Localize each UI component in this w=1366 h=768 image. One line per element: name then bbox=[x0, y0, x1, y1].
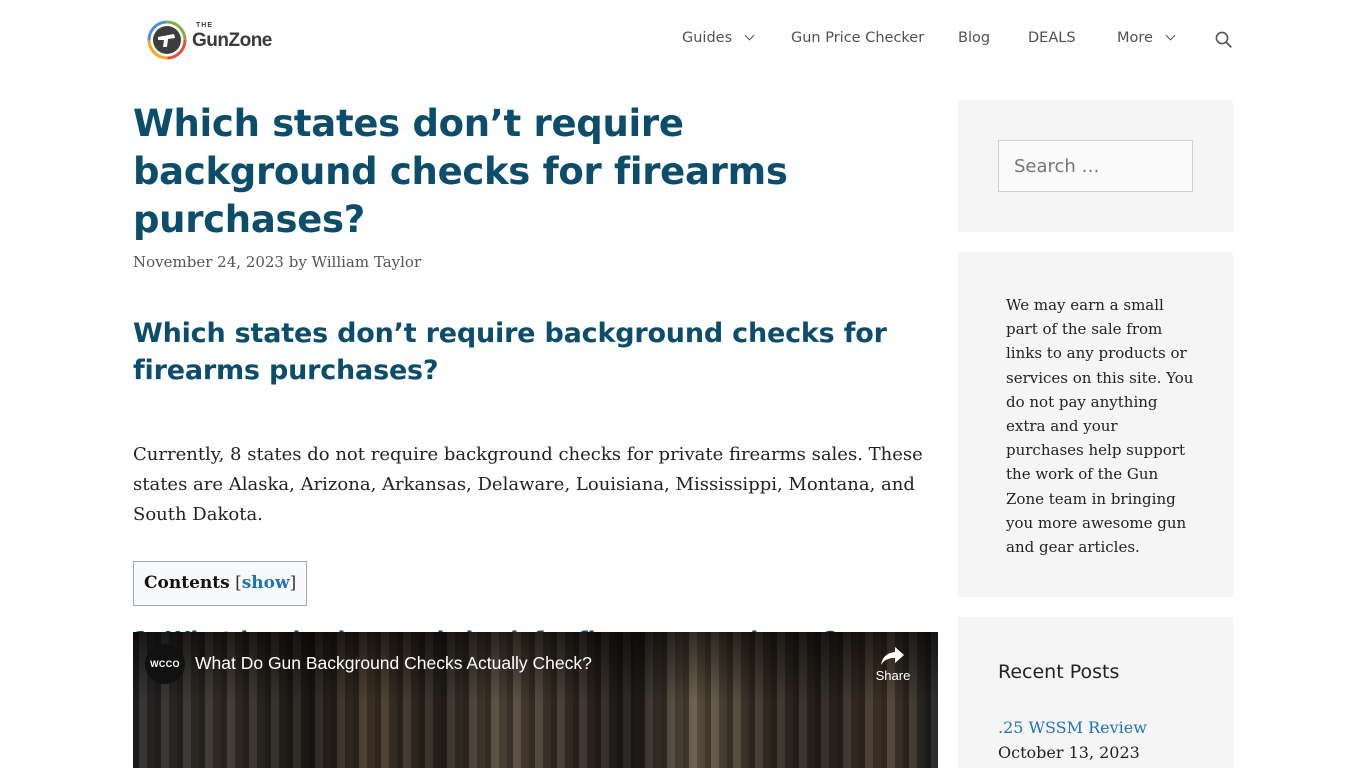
site-header: THE GunZone Guides Gun Price Checker Blo… bbox=[0, 0, 1366, 80]
nav-item-label: More bbox=[1117, 30, 1153, 46]
video-embed[interactable]: WCCO What Do Gun Background Checks Actua… bbox=[133, 632, 938, 768]
intro-paragraph: Currently, 8 states do not require backg… bbox=[133, 444, 923, 525]
search-input[interactable] bbox=[998, 140, 1193, 192]
search-icon[interactable] bbox=[1215, 31, 1232, 48]
author-link[interactable]: William Taylor bbox=[312, 253, 422, 271]
logo-the: THE bbox=[196, 22, 213, 29]
video-title[interactable]: What Do Gun Background Checks Actually C… bbox=[195, 653, 592, 674]
affiliate-disclaimer: We may earn a small part of the sale fro… bbox=[1006, 296, 1194, 557]
chevron-down-icon bbox=[744, 30, 755, 41]
toc-toggle-link[interactable]: show bbox=[242, 573, 290, 593]
site-logo[interactable]: THE GunZone bbox=[147, 19, 282, 61]
recent-posts-title: Recent Posts bbox=[998, 661, 1120, 683]
table-of-contents: Contents [show] bbox=[133, 561, 308, 606]
toc-title: Contents bbox=[144, 573, 230, 593]
nav-item-label: Gun Price Checker bbox=[791, 30, 925, 46]
toc-open-bracket: [ bbox=[235, 573, 242, 593]
post-date: November 24, 2023 bbox=[133, 253, 284, 271]
nav-item-deals[interactable]: DEALS bbox=[1028, 30, 1076, 46]
share-button[interactable]: Share bbox=[871, 646, 915, 683]
nav-item-gun-price-checker[interactable]: Gun Price Checker bbox=[791, 30, 924, 46]
article: Which states don’t require background ch… bbox=[133, 100, 938, 656]
share-label: Share bbox=[875, 668, 911, 683]
chevron-down-icon bbox=[1165, 30, 1176, 41]
affiliate-disclaimer-widget: We may earn a small part of the sale fro… bbox=[958, 252, 1233, 597]
post-by: by bbox=[288, 253, 307, 271]
share-icon bbox=[881, 647, 904, 665]
nav-item-label: Guides bbox=[682, 30, 733, 46]
article-heading: Which states don’t require background ch… bbox=[133, 318, 887, 386]
logo-icon bbox=[147, 20, 187, 60]
nav-item-label: Blog bbox=[958, 30, 991, 46]
toc-close-bracket: ] bbox=[289, 573, 297, 593]
recent-post-date: October 13, 2023 bbox=[998, 743, 1140, 762]
recent-posts-widget: Recent Posts .25 WSSM Review October 13,… bbox=[958, 617, 1233, 768]
recent-post-link[interactable]: .25 WSSM Review bbox=[998, 718, 1147, 737]
nav-item-guides[interactable]: Guides bbox=[682, 30, 755, 46]
logo-text: THE GunZone bbox=[192, 20, 282, 60]
channel-avatar[interactable]: WCCO bbox=[145, 644, 185, 684]
post-meta: November 24, 2023 by William Taylor bbox=[133, 253, 938, 271]
logo-word: GunZone bbox=[192, 30, 272, 51]
nav-item-label: DEALS bbox=[1028, 30, 1076, 46]
search-widget bbox=[958, 100, 1233, 232]
nav-item-more[interactable]: More bbox=[1117, 30, 1176, 46]
page-title: Which states don’t require background ch… bbox=[133, 102, 788, 241]
nav-item-blog[interactable]: Blog bbox=[958, 30, 990, 46]
